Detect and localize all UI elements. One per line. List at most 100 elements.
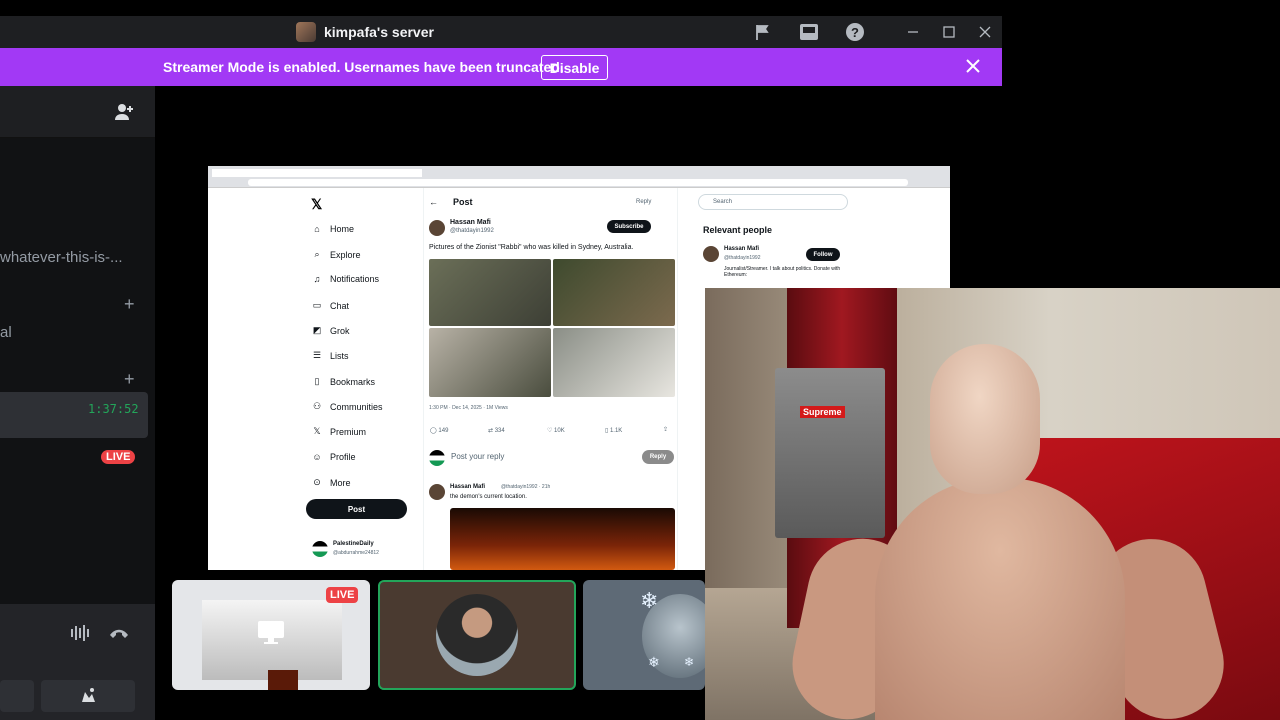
profile-icon: ☺ <box>312 452 322 462</box>
nav-more[interactable]: ⊙ More <box>312 477 351 488</box>
people-icon: ⚇ <box>312 401 322 411</box>
disable-button[interactable]: Disable <box>541 55 608 80</box>
server-title: kimpafa's server <box>296 22 434 42</box>
author-name: Hassan Mafi <box>450 219 491 226</box>
browser-tab <box>322 169 372 177</box>
browser-tab <box>212 169 272 177</box>
tweet-photo-2[interactable] <box>553 259 675 326</box>
nav-explore[interactable]: ⌕ Explore <box>312 249 361 260</box>
nav-label: Lists <box>330 350 349 361</box>
reply-author-handle: @thatdayin1992 · 21h <box>501 484 551 490</box>
streamer-mode-banner: Streamer Mode is enabled. Usernames have… <box>0 48 1002 86</box>
nav-communities[interactable]: ⚇ Communities <box>312 401 383 412</box>
reply-avatar <box>429 450 445 466</box>
voice-action-left[interactable] <box>0 680 34 712</box>
nav-label: Home <box>330 224 355 234</box>
like-count[interactable]: ♡ 10K <box>547 427 565 434</box>
add-friend-icon[interactable] <box>114 102 134 122</box>
reply-author-name: Hassan Mafi <box>450 484 486 490</box>
thumbnail-preview-fire <box>268 670 298 690</box>
account-handle: @abdurrahme24812 <box>333 550 379 556</box>
svg-text:?: ? <box>851 25 859 40</box>
webcam-person-body <box>875 478 1125 720</box>
list-icon: ☰ <box>312 350 322 360</box>
home-icon: ⌂ <box>314 224 320 234</box>
nav-notifications[interactable]: ♫ Notifications <box>312 274 379 284</box>
tweet-photo-3[interactable] <box>429 328 551 397</box>
monitor-icon <box>257 620 285 644</box>
reply-count-value: 149 <box>438 428 449 434</box>
soundboard-icon[interactable] <box>70 624 92 647</box>
like-count-value: 10K <box>554 428 565 434</box>
nav-premium[interactable]: 𝕏 Premium <box>312 426 366 437</box>
tweet-text: Pictures of the Zionist "Rabbi" who was … <box>429 244 634 251</box>
close-window-icon[interactable] <box>975 22 995 42</box>
repost-count-value: 334 <box>494 428 505 434</box>
voice-channel-row[interactable]: 1:37:52 <box>0 392 148 438</box>
maximize-icon[interactable] <box>939 22 959 42</box>
repost-count[interactable]: ⇄ 334 <box>488 427 505 434</box>
snowflake-decoration-icon: ❄ <box>648 654 660 670</box>
inbox-icon[interactable] <box>799 22 819 42</box>
x-premium-icon: 𝕏 <box>313 426 321 436</box>
help-icon[interactable]: ? <box>845 22 865 42</box>
flag-icon[interactable] <box>753 22 773 42</box>
snowflake-decoration-icon: ❄ <box>684 655 695 669</box>
relevant-handle: @thatdayin1992 <box>724 255 761 261</box>
bookmark-icon: ▯ <box>314 376 320 386</box>
more-icon: ⊙ <box>313 477 321 487</box>
relevant-avatar <box>703 246 719 262</box>
nav-label: Premium <box>330 426 367 437</box>
address-bar <box>248 179 908 186</box>
nav-label: Explore <box>330 249 361 260</box>
add-channel-icon-2[interactable]: + <box>124 369 135 390</box>
chat-icon: ▭ <box>312 300 322 310</box>
nav-bookmarks[interactable]: ▯ Bookmarks <box>312 376 376 387</box>
bookmark-count[interactable]: ▯ 1.1K <box>605 427 622 434</box>
x-logo-icon: 𝕏 <box>311 196 323 212</box>
channel-item-whatever[interactable]: whatever-this-is-... <box>0 249 123 266</box>
header-reply[interactable]: Reply <box>636 199 651 205</box>
banner-close-icon[interactable] <box>966 56 980 79</box>
browser-tab <box>372 169 422 177</box>
nav-home[interactable]: ⌂ Home <box>312 224 354 234</box>
banner-text: Streamer Mode is enabled. Usernames have… <box>163 59 564 75</box>
minimize-icon[interactable] <box>903 22 923 42</box>
activity-button[interactable] <box>41 680 135 712</box>
tweet-photo-1[interactable] <box>429 259 551 326</box>
titlebar-tools: ? <box>753 22 995 42</box>
account-avatar <box>312 541 328 557</box>
post-button[interactable]: Post <box>306 499 407 519</box>
follow-button[interactable]: Follow <box>806 248 840 261</box>
nav-label: Bookmarks <box>330 376 376 387</box>
title-bar: kimpafa's server ? <box>0 16 1002 48</box>
reply-input[interactable]: Post your reply <box>451 452 504 461</box>
nav-profile[interactable]: ☺ Profile <box>312 452 356 462</box>
subscribe-button[interactable]: Subscribe <box>607 220 651 233</box>
channel-item-al[interactable]: al <box>0 324 12 341</box>
reply-media[interactable] <box>450 508 675 570</box>
nav-label: Communities <box>330 401 383 412</box>
nav-label: Profile <box>330 452 356 462</box>
voice-timer: 1:37:52 <box>88 402 139 416</box>
webcam-sticker: Supreme <box>800 406 845 418</box>
server-name: kimpafa's server <box>324 24 434 40</box>
nav-label: Grok <box>330 325 350 336</box>
nav-lists[interactable]: ☰ Lists <box>312 350 349 361</box>
add-channel-icon[interactable]: + <box>124 294 135 315</box>
sidebar-header <box>0 86 155 138</box>
author-handle: @thatdayin1992 <box>450 228 494 234</box>
back-arrow-icon[interactable]: ← <box>429 197 438 207</box>
post-header: Post <box>453 197 473 207</box>
nav-chat[interactable]: ▭ Chat <box>312 300 349 311</box>
x-search-input[interactable]: Search <box>698 194 848 210</box>
nav-grok[interactable]: ◩ Grok <box>312 325 350 336</box>
tweet-photo-4[interactable] <box>553 328 675 397</box>
disconnect-icon[interactable] <box>108 626 130 645</box>
relevant-name: Hassan Mafi <box>724 246 760 252</box>
share-icon[interactable]: ⇪ <box>663 426 668 433</box>
reply-count[interactable]: ◯ 149 <box>430 427 448 434</box>
account-name: PalestineDaily <box>333 541 374 547</box>
nav-label: More <box>330 477 351 488</box>
reply-button[interactable]: Reply <box>642 450 674 464</box>
